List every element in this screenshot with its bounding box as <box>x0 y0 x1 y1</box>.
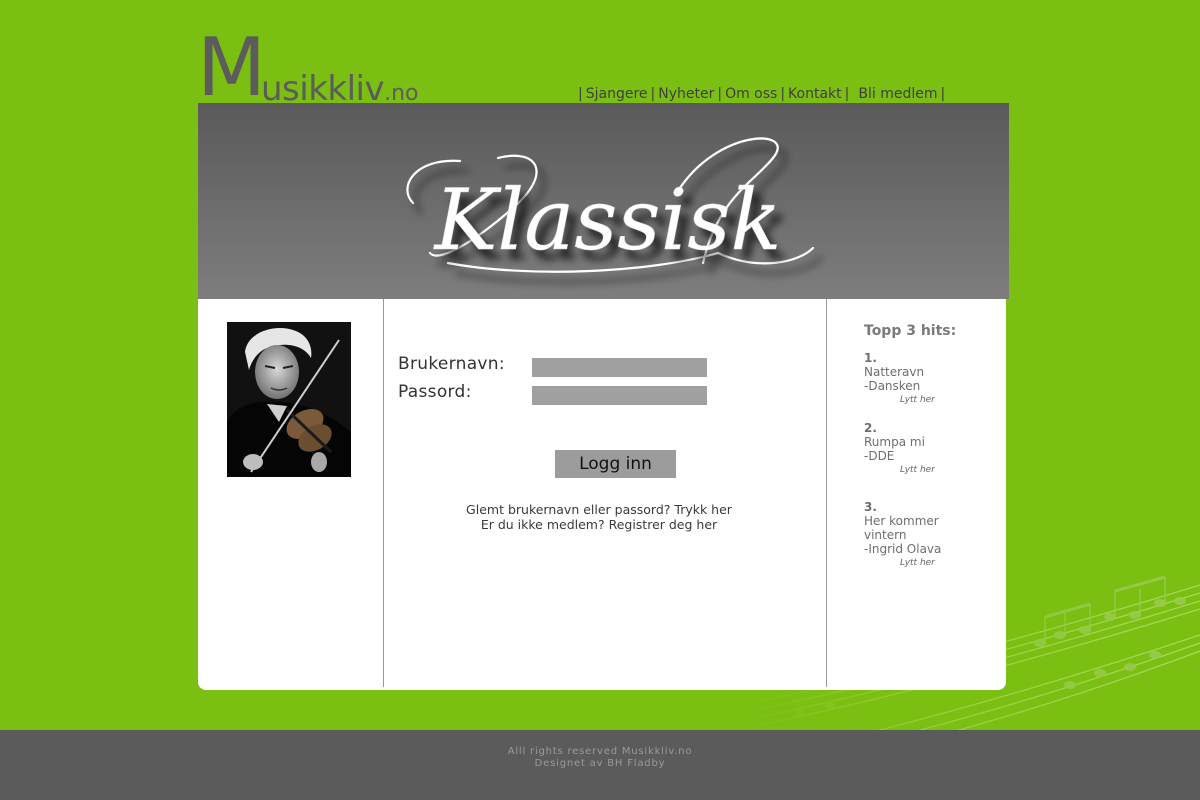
banner-title: Klassisk <box>433 171 782 269</box>
column-divider-left <box>383 299 384 687</box>
password-row: Passord: <box>398 382 718 406</box>
hit-title: Rumpa mi <box>864 435 925 449</box>
top-nav: | Sjangere | Nyheter | Om oss | Kontakt … <box>575 86 1015 102</box>
hit-item: 3. Her kommer vintern -Ingrid Olava Lytt… <box>864 500 994 570</box>
nav-link-kontakt[interactable]: Kontakt <box>788 86 842 102</box>
top-hits: Topp 3 hits: 1. Natteravn -Dansken Lytt … <box>864 323 994 568</box>
hit-rank: 1. <box>864 351 877 365</box>
nav-link-nyheter[interactable]: Nyheter <box>658 86 714 102</box>
column-divider-right <box>826 299 827 687</box>
password-label: Passord: <box>398 382 472 402</box>
nav-separator: | <box>717 86 723 102</box>
nav-separator: | <box>578 86 583 102</box>
genre-banner: Klassisk <box>198 103 1009 299</box>
login-button[interactable]: Logg inn <box>555 450 676 478</box>
nav-separator: | <box>650 86 656 102</box>
logo-initial: M <box>197 21 266 114</box>
hit-item: 1. Natteravn -Dansken Lytt her <box>864 351 994 407</box>
site-logo[interactable]: M usikkliv.no <box>197 28 497 108</box>
hit-rank: 2. <box>864 421 877 435</box>
nav-link-sjangere[interactable]: Sjangere <box>586 86 648 102</box>
register-link[interactable]: Er du ikke medlem? Registrer deg her <box>481 517 717 532</box>
listen-link[interactable]: Lytt her <box>900 393 994 407</box>
violinist-photo <box>227 322 351 477</box>
hit-rank: 3. <box>864 500 877 514</box>
password-input[interactable] <box>532 386 707 405</box>
nav-link-bli-medlem[interactable]: Bli medlem <box>858 86 937 102</box>
main-panel: Brukernavn: Passord: Logg inn Glemt bruk… <box>198 299 1006 690</box>
forgot-credentials-link[interactable]: Glemt brukernavn eller passord? Trykk he… <box>466 502 732 517</box>
nav-link-om-oss[interactable]: Om oss <box>725 86 777 102</box>
banner-title-art: Klassisk <box>406 137 815 273</box>
help-links: Glemt brukernavn eller passord? Trykk he… <box>384 502 814 532</box>
nav-separator: | <box>780 86 786 102</box>
hit-title-cont: vintern <box>864 528 907 542</box>
hit-artist: -Dansken <box>864 379 921 393</box>
top-hits-title: Topp 3 hits: <box>864 323 957 339</box>
footer: Alll rights reserved Musikkliv.no Design… <box>0 730 1200 800</box>
listen-link[interactable]: Lytt her <box>900 463 994 477</box>
hit-title: Her kommer <box>864 514 939 528</box>
nav-separator: | <box>940 86 946 102</box>
footer-designer: Designet av BH Fladby <box>534 758 666 769</box>
username-label: Brukernavn: <box>398 354 505 374</box>
hit-artist: -Ingrid Olava <box>864 542 942 556</box>
username-row: Brukernavn: <box>398 354 718 378</box>
nav-separator: | <box>844 86 850 102</box>
hit-item: 2. Rumpa mi -DDE Lytt her <box>864 421 994 477</box>
footer-text: Alll rights reserved Musikkliv.no Design… <box>0 746 1200 770</box>
username-input[interactable] <box>532 358 707 377</box>
hit-artist: -DDE <box>864 449 895 463</box>
hit-title: Natteravn <box>864 365 925 379</box>
listen-link[interactable]: Lytt her <box>900 556 994 570</box>
footer-copyright: Alll rights reserved Musikkliv.no <box>507 746 693 757</box>
